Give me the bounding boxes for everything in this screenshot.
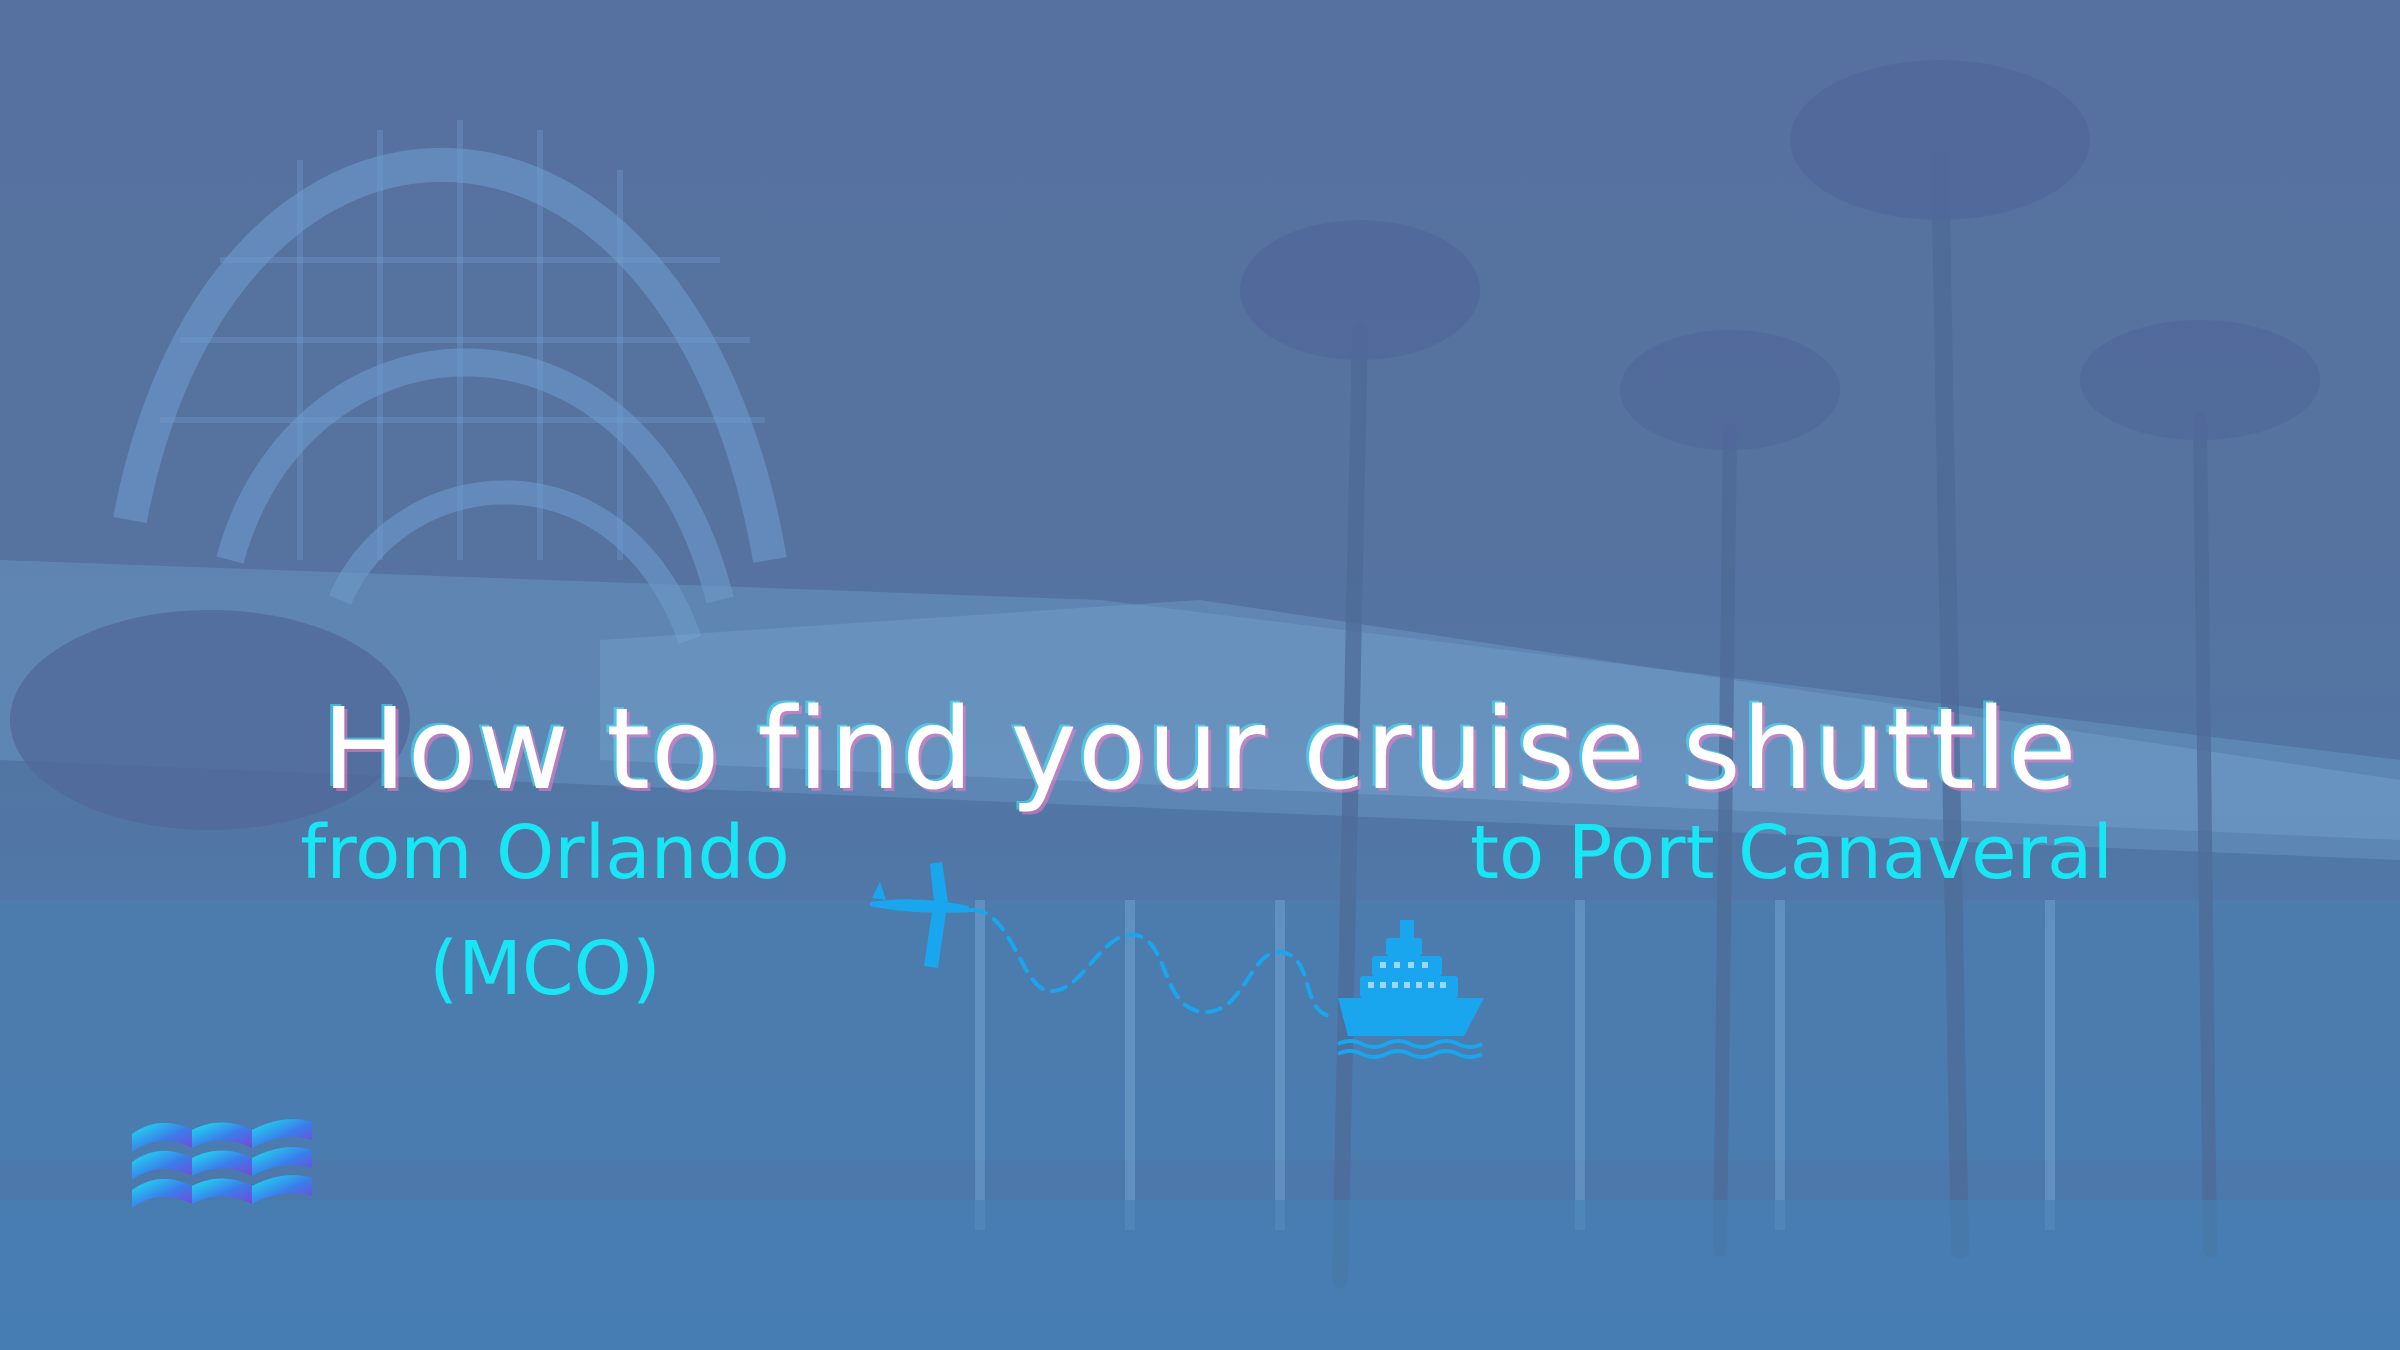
background-airport-photo: [0, 60, 2400, 1350]
hero-banner: How to find your cruise shuttle from Orl…: [0, 0, 2400, 1350]
wave-logo-icon: [132, 1119, 312, 1208]
destination-label: to Port Canaveral: [1470, 810, 2113, 896]
cruise-ship-icon: [1337, 920, 1484, 1059]
airplane-icon: [870, 862, 972, 968]
origin-label: from Orlando (MCO): [290, 795, 800, 1027]
origin-airport-code: (MCO): [429, 926, 661, 1012]
origin-city: from Orlando: [300, 810, 790, 896]
dashed-route-line: [970, 908, 1332, 1018]
route-illustration: [870, 862, 1484, 1059]
